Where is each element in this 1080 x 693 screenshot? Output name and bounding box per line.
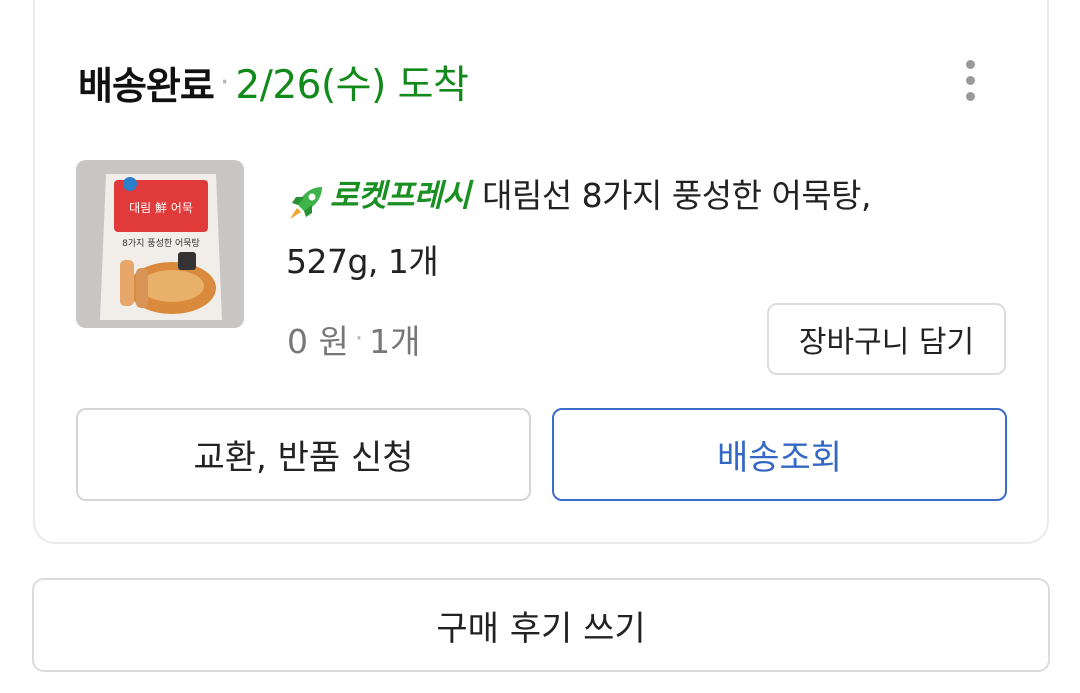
- delivery-status: 배송완료: [78, 63, 215, 108]
- order-status-line: 배송완료 · 2/26(수) 도착: [78, 54, 469, 110]
- product-name-line1: 대림선 8가지 풍성한 어묵탕,: [482, 176, 872, 215]
- add-to-cart-button[interactable]: 장바구니 담기: [767, 303, 1006, 375]
- product-name-line2: 527g, 1개: [286, 242, 439, 281]
- more-options-button[interactable]: [950, 56, 990, 104]
- badge-label: 로켓프레시: [330, 178, 471, 214]
- product-name[interactable]: 로켓프레시 대림선 8가지 풍성한 어묵탕, 527g, 1개: [286, 163, 966, 295]
- product-image: 대림 鮮 어묵 8가지 풍성한 어묵탕: [76, 160, 244, 328]
- price-quantity: 0 원 · 1개: [287, 311, 420, 367]
- package-title: 8가지 풍성한 어묵탕: [122, 238, 200, 249]
- arrival-date: 2/26(수) 도착: [235, 63, 469, 108]
- rocket-fresh-badge: 로켓프레시: [286, 163, 482, 229]
- rocket-icon: [290, 186, 322, 219]
- write-review-button[interactable]: 구매 후기 쓰기: [32, 578, 1050, 672]
- price: 0 원: [287, 322, 349, 361]
- product-thumbnail[interactable]: 대림 鮮 어묵 8가지 풍성한 어묵탕: [76, 160, 244, 328]
- quantity: 1개: [369, 322, 421, 361]
- exchange-return-button[interactable]: 교환, 반품 신청: [76, 408, 531, 501]
- price-separator: ·: [354, 324, 364, 354]
- more-vertical-icon: [965, 59, 975, 69]
- status-separator: ·: [219, 64, 230, 100]
- track-delivery-button[interactable]: 배송조회: [552, 408, 1007, 501]
- package-brand: 대림 鮮 어묵: [129, 201, 193, 215]
